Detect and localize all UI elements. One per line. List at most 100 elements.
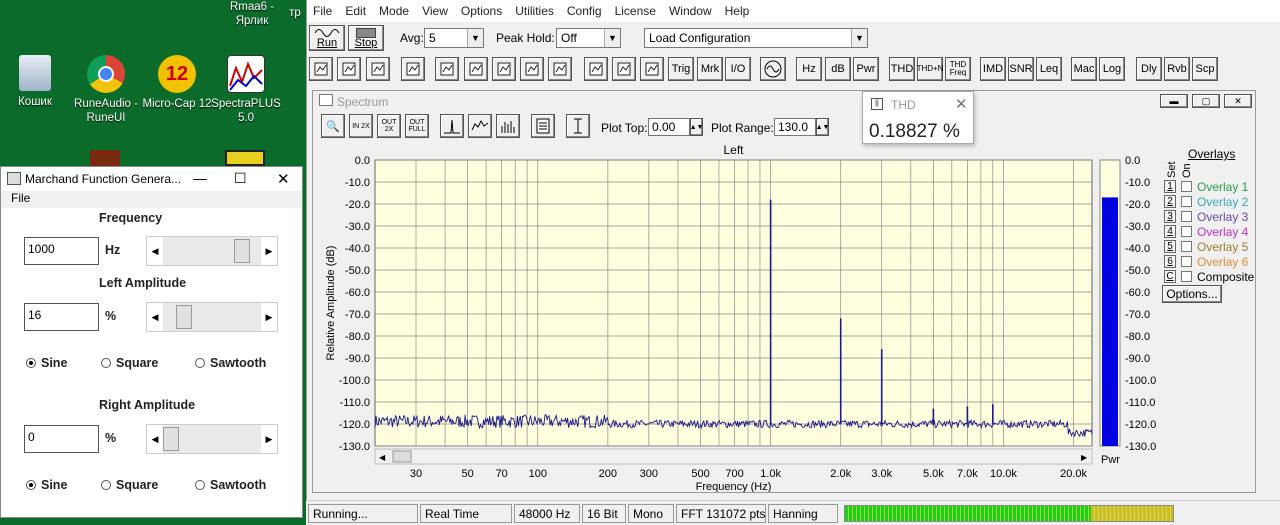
maximize-icon[interactable]: ☐ [234,170,247,187]
right-sawtooth-radio[interactable]: Sawtooth [195,478,266,492]
print-icon[interactable] [401,57,425,81]
arrow-right-icon[interactable]: ▶ [261,303,277,331]
gauge-icon[interactable] [640,57,664,81]
avg-select[interactable]: 5 ▼ [424,28,484,48]
stop-button[interactable]: Stop [348,25,384,51]
tool-thd-button[interactable]: THD [889,57,915,81]
plot-range-spinner[interactable]: ▲▼ [816,118,829,136]
config-select[interactable]: Load Configuration ▼ [644,28,868,48]
overlay-set-button[interactable]: C [1164,270,1176,283]
close-icon[interactable]: ✕ [277,170,290,188]
plot-range-input[interactable]: 130.0 [774,118,816,136]
menu-item-view[interactable]: View [422,4,448,18]
overlay-checkbox[interactable] [1181,271,1192,282]
scope-icon[interactable] [464,57,488,81]
arrow-left-icon[interactable]: ◀ [147,303,163,331]
line-view-icon[interactable] [468,114,492,138]
recycle-bin-icon[interactable]: Кошик [0,55,70,109]
report-icon[interactable] [531,114,555,138]
desktop-icon-partial[interactable] [225,150,265,166]
scale-icon[interactable] [566,114,590,138]
left-amplitude-input[interactable]: 16 [24,303,99,331]
tool-snr-button[interactable]: SNR [1008,57,1034,81]
options-button[interactable]: Options... [1162,285,1222,303]
overlay-set-button[interactable]: 6 [1164,255,1176,268]
zoom-icon[interactable]: 🔍 [321,114,345,138]
menu-item-mode[interactable]: Mode [379,4,409,18]
open-icon[interactable] [337,57,361,81]
right-square-radio[interactable]: Square [101,478,158,492]
bar-view-icon[interactable] [496,114,520,138]
plot-top-input[interactable]: 0.00 [648,118,690,136]
peak-hold-select[interactable]: Off ▼ [556,28,621,48]
overlay-set-button[interactable]: 4 [1164,225,1176,238]
overlay-checkbox[interactable] [1181,226,1192,237]
close-button[interactable]: ✕ [1224,94,1252,108]
arrow-right-icon[interactable]: ▶ [261,425,277,453]
frequency-slider[interactable]: ◀ ▶ [146,236,278,266]
new-icon[interactable] [309,57,333,81]
fg-menu-file[interactable]: File [11,191,30,205]
run-arrows-icon[interactable] [435,57,459,81]
menu-item-file[interactable]: File [313,4,332,18]
close-icon[interactable]: ✕ [955,95,968,113]
tool-i-o-button[interactable]: I/O [725,57,751,81]
menu-item-config[interactable]: Config [567,4,602,18]
arrow-right-icon[interactable]: ▶ [261,237,277,265]
chrome-icon[interactable]: RuneAudio - RuneUI [70,55,142,125]
hand-icon[interactable] [548,57,572,81]
minimize-icon[interactable]: — [193,170,207,186]
bars-icon[interactable] [520,57,544,81]
save-icon[interactable] [366,57,390,81]
tool-pwr-button[interactable]: Pwr [853,57,879,81]
plot-top-spinner[interactable]: ▲▼ [690,118,703,136]
scroll-thumb[interactable] [234,239,251,263]
overlay-checkbox[interactable] [1181,181,1192,192]
restore-button[interactable]: ▢ [1192,94,1220,108]
arrow-left-icon[interactable]: ◀ [147,425,163,453]
run-button[interactable]: Run [309,25,345,51]
zoom-in-2x-button[interactable]: IN 2X [349,114,373,138]
zoom-full-button[interactable]: OUT FULL [405,114,429,138]
overlay-set-button[interactable]: 2 [1164,195,1176,208]
scroll-thumb[interactable] [163,427,179,451]
overlay-checkbox[interactable] [1181,256,1192,267]
tool-mrk-button[interactable]: Mrk [697,57,723,81]
tool-trig-button[interactable]: Trig [668,57,694,81]
overlay-set-button[interactable]: 3 [1164,210,1176,223]
left-sawtooth-radio[interactable]: Sawtooth [195,356,266,370]
menu-item-edit[interactable]: Edit [345,4,366,18]
overlay-checkbox[interactable] [1181,196,1192,207]
menu-item-options[interactable]: Options [461,4,502,18]
overlay-set-button[interactable]: 5 [1164,240,1176,253]
axis-icon[interactable] [612,57,636,81]
tool-mac-button[interactable]: Mac [1071,57,1097,81]
generator-icon[interactable] [760,57,786,81]
tool-log-button[interactable]: Log [1099,57,1125,81]
tool-dly-button[interactable]: Dly [1136,57,1162,81]
tool-leq-button[interactable]: Leq [1036,57,1062,81]
menu-item-utilities[interactable]: Utilities [515,4,554,18]
tool-db-button[interactable]: dB [825,57,851,81]
zoom-out-2x-button[interactable]: OUT 2X [377,114,401,138]
left-sine-radio[interactable]: Sine [26,356,67,370]
right-amplitude-slider[interactable]: ◀ ▶ [146,424,278,454]
right-amplitude-input[interactable]: 0 [24,425,99,453]
arrow-left-icon[interactable]: ◀ [147,237,163,265]
overlay-checkbox[interactable] [1181,241,1192,252]
report-icon[interactable] [584,57,608,81]
peak-view-icon[interactable] [440,114,464,138]
left-square-radio[interactable]: Square [101,356,158,370]
right-sine-radio[interactable]: Sine [26,478,67,492]
frequency-input[interactable]: 1000 [24,237,99,265]
scroll-thumb[interactable] [176,305,193,329]
spectraplus-icon[interactable]: SpectraPLUS 5.0 [211,55,281,125]
left-amplitude-slider[interactable]: ◀ ▶ [146,302,278,332]
menu-item-window[interactable]: Window [669,4,712,18]
menu-item-license[interactable]: License [615,4,656,18]
tool-thd-n-button[interactable]: THD+N [917,57,943,81]
microcap-icon[interactable]: 12 Micro-Cap 12 [142,55,212,111]
slope-icon[interactable] [492,57,516,81]
tool-rvb-button[interactable]: Rvb [1164,57,1190,81]
menu-item-help[interactable]: Help [725,4,750,18]
